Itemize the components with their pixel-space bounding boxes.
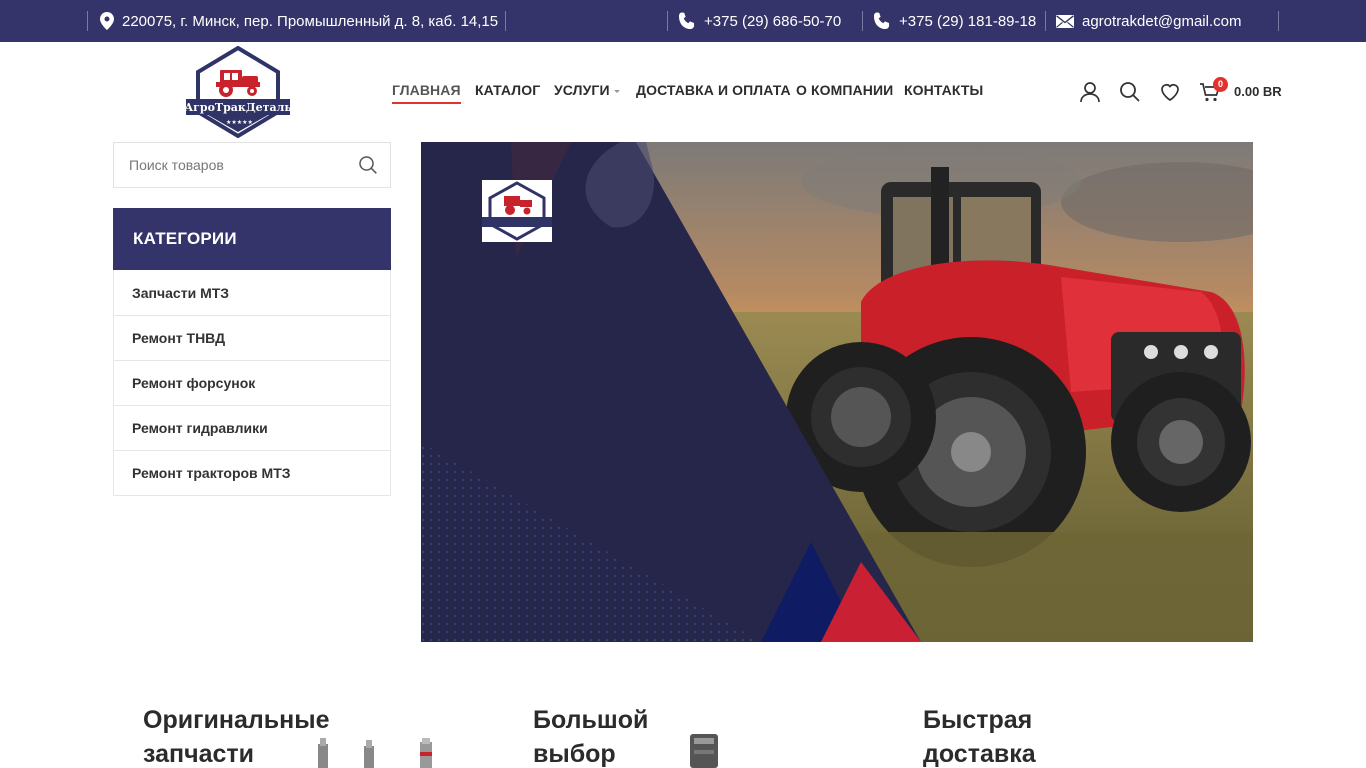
nav-contacts[interactable]: КОНТАКТЫ <box>904 82 983 98</box>
search-icon[interactable] <box>358 155 378 180</box>
banner-logo-icon <box>482 180 552 242</box>
svg-text:★★★★★: ★★★★★ <box>226 119 253 126</box>
nav-services-label: УСЛУГИ <box>554 82 610 98</box>
part-icon <box>688 734 720 768</box>
categories-header: КАТЕГОРИИ <box>113 208 391 270</box>
categories-list: Запчасти МТЗ Ремонт ТНВД Ремонт форсунок… <box>113 270 391 496</box>
phone1-item[interactable]: +375 (29) 686-50-70 <box>678 0 841 42</box>
feature-title-line: Большой <box>533 706 649 734</box>
user-icon[interactable] <box>1078 80 1102 104</box>
map-pin-icon <box>100 12 114 30</box>
nav-catalog[interactable]: КАТАЛОГ <box>475 82 540 98</box>
category-item[interactable]: Ремонт ТНВД <box>114 315 390 360</box>
heart-icon[interactable] <box>1158 80 1182 104</box>
email-item[interactable]: agrotrakdet@gmail.com <box>1056 0 1241 42</box>
feature-title-line: Быстрая <box>923 706 1033 734</box>
divider <box>862 11 863 31</box>
feature-title-line: доставка <box>923 740 1036 768</box>
nav-about[interactable]: О КОМПАНИИ <box>796 82 893 98</box>
spark-plug-icon <box>312 738 442 768</box>
logo-text: АгроТракДеталь <box>186 101 290 114</box>
phone2-text[interactable]: +375 (29) 181-89-18 <box>899 13 1036 30</box>
product-search <box>113 142 391 188</box>
feature-wide-choice: Большой выбор <box>533 703 648 768</box>
feature-title-line: запчасти <box>143 740 255 768</box>
hero-banner[interactable] <box>421 142 1253 642</box>
divider <box>667 11 668 31</box>
nav-home[interactable]: ГЛАВНАЯ <box>392 82 461 104</box>
chevron-down-icon <box>613 89 620 93</box>
category-item[interactable]: Ремонт гидравлики <box>114 405 390 450</box>
divider <box>1045 11 1046 31</box>
hero-banner-image <box>421 142 1253 642</box>
phone-icon <box>873 12 891 30</box>
feature-original-parts: Оригинальные запчасти <box>143 703 329 768</box>
category-item[interactable]: Запчасти МТЗ <box>114 270 390 315</box>
email-text[interactable]: agrotrakdet@gmail.com <box>1082 13 1241 30</box>
cart-total[interactable]: 0.00 BR <box>1234 84 1282 99</box>
divider <box>505 11 506 31</box>
search-icon[interactable] <box>1118 80 1142 104</box>
top-info-bar: 220075, г. Минск, пер. Промышленный д. 8… <box>0 0 1366 42</box>
cart-count-badge: 0 <box>1213 77 1228 92</box>
feature-fast-delivery: Быстрая доставка <box>923 703 1036 768</box>
search-input[interactable] <box>114 143 354 187</box>
envelope-icon <box>1056 14 1074 28</box>
category-item[interactable]: Ремонт тракторов МТЗ <box>114 450 390 495</box>
site-logo[interactable]: АгроТракДеталь ★★★★★ <box>184 45 292 139</box>
feature-title-line: Оригинальные <box>143 706 330 734</box>
phone-icon <box>678 12 696 30</box>
phone1-text[interactable]: +375 (29) 686-50-70 <box>704 13 841 30</box>
divider <box>1278 11 1279 31</box>
nav-delivery[interactable]: ДОСТАВКА И ОПЛАТА <box>636 82 791 98</box>
nav-services[interactable]: УСЛУГИ <box>554 82 620 98</box>
phone2-item[interactable]: +375 (29) 181-89-18 <box>873 0 1036 42</box>
divider <box>87 11 88 31</box>
feature-title-line: выбор <box>533 740 616 768</box>
category-item[interactable]: Ремонт форсунок <box>114 360 390 405</box>
address-text: 220075, г. Минск, пер. Промышленный д. 8… <box>122 12 499 30</box>
address-item: 220075, г. Минск, пер. Промышленный д. 8… <box>100 0 498 42</box>
